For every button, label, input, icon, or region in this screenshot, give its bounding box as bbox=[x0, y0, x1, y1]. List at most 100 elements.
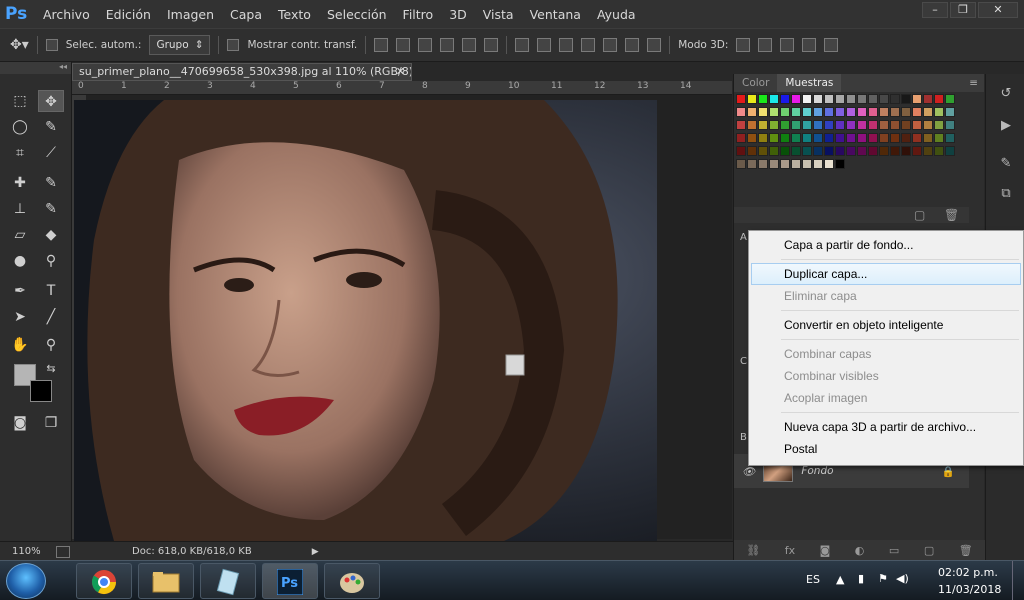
color-swatch[interactable] bbox=[912, 94, 922, 104]
pen-tool-icon[interactable]: ✒ bbox=[7, 280, 33, 302]
slide-3d-icon[interactable] bbox=[802, 38, 817, 52]
crop-tool-icon[interactable]: ⌗ bbox=[7, 142, 33, 164]
color-swatch[interactable] bbox=[934, 120, 944, 130]
color-swatch[interactable] bbox=[912, 107, 922, 117]
color-swatch[interactable] bbox=[802, 159, 812, 169]
color-swatch[interactable] bbox=[824, 94, 834, 104]
color-swatch[interactable] bbox=[813, 146, 823, 156]
menu-filtro[interactable]: Filtro bbox=[395, 7, 442, 22]
color-swatch[interactable] bbox=[923, 133, 933, 143]
color-swatch[interactable] bbox=[758, 120, 768, 130]
color-swatch[interactable] bbox=[934, 94, 944, 104]
color-swatch[interactable] bbox=[857, 120, 867, 130]
color-swatch[interactable] bbox=[824, 133, 834, 143]
blur-tool-icon[interactable]: ● bbox=[7, 250, 33, 272]
color-swatch[interactable] bbox=[835, 120, 845, 130]
paint-icon[interactable] bbox=[324, 563, 380, 599]
new-swatch-icon[interactable]: ▢ bbox=[914, 208, 925, 222]
color-swatch[interactable] bbox=[846, 133, 856, 143]
chrome-icon[interactable] bbox=[76, 563, 132, 599]
adjustment-layer-icon[interactable]: ◐ bbox=[855, 544, 865, 557]
color-swatch[interactable] bbox=[758, 146, 768, 156]
start-button[interactable] bbox=[6, 563, 46, 599]
align-right-icon[interactable] bbox=[484, 38, 499, 52]
brush-tool-icon[interactable]: ✎ bbox=[38, 172, 64, 194]
color-swatch[interactable] bbox=[791, 133, 801, 143]
type-tool-icon[interactable]: T bbox=[38, 280, 64, 302]
color-swatch[interactable] bbox=[736, 120, 746, 130]
color-swatch[interactable] bbox=[769, 133, 779, 143]
line-tool-icon[interactable]: ╱ bbox=[38, 306, 64, 328]
color-swatch[interactable] bbox=[934, 107, 944, 117]
collapse-icon[interactable]: ◂◂ bbox=[0, 62, 71, 74]
dodge-tool-icon[interactable]: ⚲ bbox=[38, 250, 64, 272]
menu-seleccion[interactable]: Selección bbox=[319, 7, 395, 22]
menu-item-delete-layer[interactable]: Eliminar capa bbox=[751, 285, 1021, 307]
brush-presets-icon[interactable]: ✎ bbox=[996, 156, 1016, 172]
color-swatch[interactable] bbox=[758, 94, 768, 104]
color-swatch[interactable] bbox=[835, 107, 845, 117]
volume-icon[interactable]: ◀) bbox=[896, 572, 909, 585]
history-brush-tool-icon[interactable]: ✎ bbox=[38, 198, 64, 220]
color-swatch[interactable] bbox=[769, 94, 779, 104]
quick-mask-icon[interactable]: ◙ bbox=[7, 412, 33, 434]
menu-item-flatten-image[interactable]: Acoplar imagen bbox=[751, 387, 1021, 409]
menu-ayuda[interactable]: Ayuda bbox=[589, 7, 644, 22]
color-swatch[interactable] bbox=[802, 107, 812, 117]
color-swatch[interactable] bbox=[758, 107, 768, 117]
link-layers-icon[interactable]: ⛓ bbox=[746, 544, 760, 557]
zoom-level[interactable]: 110% bbox=[12, 546, 52, 557]
color-swatch[interactable] bbox=[901, 146, 911, 156]
color-swatch[interactable] bbox=[846, 107, 856, 117]
color-swatch[interactable] bbox=[868, 120, 878, 130]
distribute-right-icon[interactable] bbox=[625, 38, 640, 52]
menu-item-layer-from-background[interactable]: Capa a partir de fondo... bbox=[751, 234, 1021, 256]
menu-item-merge-layers[interactable]: Combinar capas bbox=[751, 343, 1021, 365]
color-swatch[interactable] bbox=[890, 146, 900, 156]
hand-tool-icon[interactable]: ✋ bbox=[7, 334, 33, 356]
color-swatch[interactable] bbox=[923, 94, 933, 104]
tab-color[interactable]: Color bbox=[734, 74, 777, 92]
color-swatch[interactable] bbox=[846, 120, 856, 130]
color-swatch[interactable] bbox=[901, 94, 911, 104]
color-swatch[interactable] bbox=[780, 133, 790, 143]
distribute-vcenter-icon[interactable] bbox=[537, 38, 552, 52]
distribute-left-icon[interactable] bbox=[581, 38, 596, 52]
auto-align-icon[interactable] bbox=[647, 38, 662, 52]
color-swatch[interactable] bbox=[857, 133, 867, 143]
color-swatch[interactable] bbox=[813, 107, 823, 117]
color-swatch[interactable] bbox=[791, 94, 801, 104]
color-swatch[interactable] bbox=[923, 146, 933, 156]
menu-item-convert-smart-object[interactable]: Convertir en objeto inteligente bbox=[751, 314, 1021, 336]
color-swatch[interactable] bbox=[758, 133, 768, 143]
clock-date[interactable]: 11/03/2018 bbox=[938, 583, 1001, 596]
distribute-bottom-icon[interactable] bbox=[559, 38, 574, 52]
delete-layer-icon[interactable]: 🗑 bbox=[959, 544, 973, 557]
color-swatch[interactable] bbox=[945, 146, 955, 156]
screen-mode-icon[interactable]: ❐ bbox=[38, 412, 64, 434]
close-button[interactable]: ✕ bbox=[978, 2, 1018, 18]
color-swatch[interactable] bbox=[945, 107, 955, 117]
color-swatch[interactable] bbox=[901, 120, 911, 130]
color-swatch[interactable] bbox=[824, 107, 834, 117]
menu-3d[interactable]: 3D bbox=[441, 7, 475, 22]
document-tab[interactable]: su_primer_plano__470699658_530x398.jpg a… bbox=[72, 63, 412, 81]
color-swatch[interactable] bbox=[868, 107, 878, 117]
color-swatch[interactable] bbox=[747, 133, 757, 143]
photoshop-icon[interactable]: Ps bbox=[262, 563, 318, 599]
color-swatch[interactable] bbox=[879, 107, 889, 117]
color-swatch[interactable] bbox=[923, 120, 933, 130]
show-transform-checkbox[interactable] bbox=[227, 39, 240, 51]
auto-select-checkbox[interactable] bbox=[45, 39, 58, 51]
color-swatch[interactable] bbox=[780, 94, 790, 104]
roll-3d-icon[interactable] bbox=[758, 38, 773, 52]
color-swatch[interactable] bbox=[758, 159, 768, 169]
drag-3d-icon[interactable] bbox=[780, 38, 795, 52]
color-swatch[interactable] bbox=[868, 133, 878, 143]
menu-imagen[interactable]: Imagen bbox=[159, 7, 222, 22]
align-top-icon[interactable] bbox=[374, 38, 389, 52]
document-image[interactable] bbox=[74, 100, 657, 541]
align-bottom-icon[interactable] bbox=[418, 38, 433, 52]
menu-vista[interactable]: Vista bbox=[475, 7, 522, 22]
color-swatch[interactable] bbox=[736, 146, 746, 156]
